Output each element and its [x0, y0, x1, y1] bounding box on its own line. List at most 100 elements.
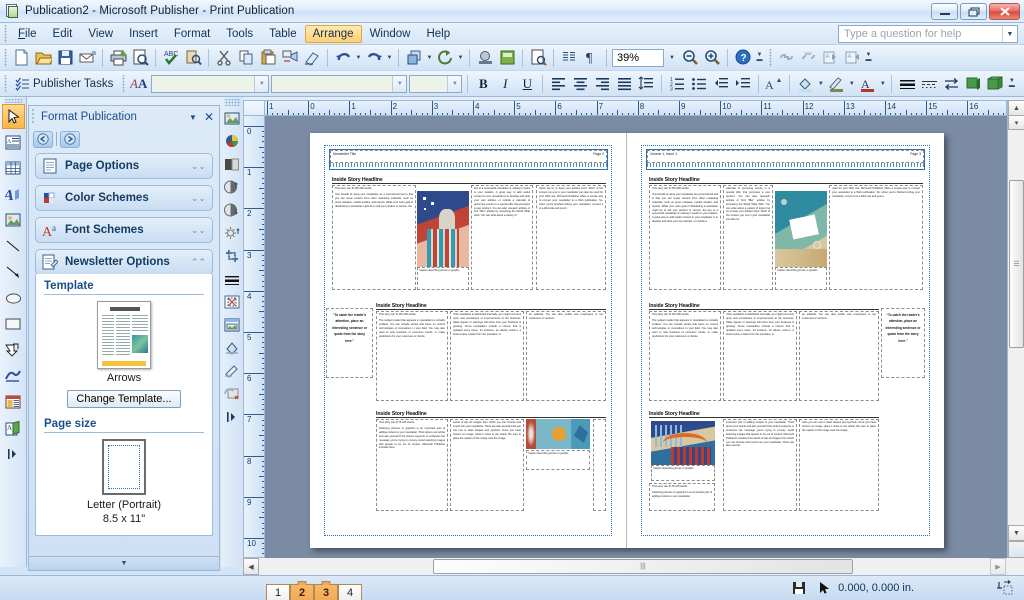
select-objects-icon[interactable]	[1, 103, 25, 129]
story-2[interactable]: Inside Story Headline	[376, 303, 606, 310]
dash-style-icon[interactable]	[918, 73, 940, 95]
close-icon[interactable]: ✕	[201, 110, 217, 124]
chevron-down-icon[interactable]: ▼	[392, 75, 407, 92]
story-1[interactable]: Inside Story Headline	[649, 177, 923, 184]
columns-icon[interactable]	[558, 47, 580, 69]
font-combo[interactable]: ▼	[271, 74, 408, 93]
rotate-icon[interactable]	[434, 47, 456, 69]
link-text-boxes-icon[interactable]	[775, 47, 797, 69]
numbering-icon[interactable]: 123	[666, 73, 688, 95]
break-link-icon[interactable]	[797, 47, 819, 69]
story-2-col-2[interactable]: If the newsletter is distributed interna…	[723, 311, 797, 401]
show-formatting-marks-icon[interactable]: ¶	[580, 47, 602, 69]
help-icon[interactable]: ?	[732, 47, 754, 69]
page-size-thumbnail[interactable]	[102, 439, 146, 495]
vertical-ruler[interactable]: 01234567891011	[243, 116, 265, 558]
toolbar-grip[interactable]	[2, 48, 10, 67]
accordion-newsletter-options[interactable]: Newsletter Options ⌃⌃	[35, 249, 213, 275]
italic-button[interactable]: I	[494, 73, 516, 95]
styles-and-formatting-icon[interactable]: AA	[128, 73, 150, 95]
picture-toolbar-grip[interactable]	[224, 99, 240, 106]
menu-help[interactable]: Help	[418, 25, 458, 43]
page-tab-1[interactable]: 1	[266, 583, 290, 600]
objects-toolbar-grip[interactable]	[4, 99, 22, 103]
object-position-size-icon[interactable]	[992, 580, 1018, 596]
formatting-toolbar-grip[interactable]	[120, 74, 129, 93]
undo-icon[interactable]	[332, 47, 354, 69]
page-tab-3[interactable]: 3	[314, 580, 338, 600]
template-thumbnail[interactable]	[97, 301, 151, 369]
cut-icon[interactable]	[213, 47, 235, 69]
print-icon[interactable]	[107, 47, 129, 69]
scroll-down-icon[interactable]: ▼	[1008, 525, 1024, 541]
horizontal-scrollbar[interactable]: ◀ ||| ▶	[243, 558, 1024, 575]
chevron-double-down-icon[interactable]: ⌄⌄	[191, 193, 206, 204]
story-2-col-3[interactable]: an editorial. You can also profile new e…	[526, 311, 606, 401]
accordion-font-schemes[interactable]: Aa Font Schemes ⌄⌄	[35, 217, 213, 243]
menu-window[interactable]: Window	[362, 25, 419, 43]
resize-corner-icon[interactable]	[1008, 541, 1024, 558]
next-text-box-icon[interactable]: A	[841, 47, 863, 69]
page-tab-2[interactable]: 2	[290, 580, 314, 600]
format-painter-icon[interactable]	[279, 47, 301, 69]
text-box-icon[interactable]: A	[2, 130, 25, 155]
line-spacing-icon[interactable]	[635, 73, 657, 95]
pull-quote-box[interactable]: “To catch the reader's attention, place …	[326, 308, 373, 378]
story-3-image[interactable]	[526, 419, 590, 449]
story-3-image[interactable]	[651, 421, 715, 465]
story-1-image[interactable]	[417, 191, 469, 267]
paste-icon[interactable]	[257, 47, 279, 69]
fill-color-dropdown-icon[interactable]: ▼	[816, 81, 825, 87]
arrow-style-icon[interactable]	[940, 73, 962, 95]
story-3-col-3[interactable]	[593, 419, 606, 511]
insert-table-icon[interactable]	[2, 156, 25, 181]
accordion-page-options[interactable]: Page Options ⌄⌄	[35, 153, 213, 179]
menu-view[interactable]: View	[80, 25, 121, 43]
design-gallery-icon[interactable]	[2, 364, 25, 389]
vertical-scrollbar[interactable]: ▲ ▾ ☰ ▼	[1007, 100, 1024, 558]
story-1-col-3[interactable]: used for your Web site. Microsoft Publis…	[829, 185, 923, 290]
toolbar-overflow-button[interactable]: ▼ ▬	[754, 47, 765, 69]
font-size-combo[interactable]: ▼	[409, 74, 463, 93]
task-pane-scroll-down[interactable]: ▼	[29, 556, 219, 570]
reset-picture-icon[interactable]	[222, 383, 242, 405]
rectangle-icon[interactable]	[2, 312, 25, 337]
undo-dropdown-icon[interactable]: ▼	[354, 55, 363, 61]
close-button[interactable]	[989, 3, 1020, 20]
help-search-box[interactable]: Type a question for help ▼	[838, 25, 1018, 43]
zoom-combo[interactable]: 39%	[612, 48, 664, 67]
menu-arrange[interactable]: Arrange	[304, 24, 362, 43]
line-style-icon[interactable]	[896, 73, 918, 95]
zoom-dropdown-icon[interactable]: ▼	[665, 49, 679, 67]
special-characters-icon[interactable]	[527, 47, 549, 69]
underline-button[interactable]: U	[516, 73, 538, 95]
research-icon[interactable]	[182, 47, 204, 69]
minimize-button[interactable]	[931, 3, 958, 20]
menu-edit[interactable]: Edit	[45, 25, 81, 43]
word-art-icon[interactable]: A	[2, 182, 25, 207]
story-1-image[interactable]	[775, 191, 827, 267]
scroll-page-up-icon[interactable]: ▾	[1008, 116, 1024, 130]
increase-indent-icon[interactable]	[732, 73, 754, 95]
front-dropdown-icon[interactable]: ▼	[425, 55, 434, 61]
maximize-button[interactable]	[960, 3, 987, 20]
shadow-style-icon[interactable]	[962, 73, 984, 95]
align-right-icon[interactable]	[591, 73, 613, 95]
color-icon[interactable]	[222, 130, 242, 152]
story-3-col-1[interactable]: This story can fit 75-125 words. Selectin…	[376, 419, 448, 511]
story-1-col-3[interactable]: topics but try to keep your articles sho…	[536, 185, 606, 290]
line-color-dropdown-icon[interactable]: ▼	[847, 81, 856, 87]
email-icon[interactable]	[76, 47, 98, 69]
insert-picture-icon[interactable]	[222, 107, 242, 129]
story-1-caption[interactable]: Caption describing picture or graphic.	[775, 267, 827, 290]
contrast-more-icon[interactable]	[222, 153, 242, 175]
arrow-icon[interactable]	[2, 260, 25, 285]
align-center-icon[interactable]	[569, 73, 591, 95]
story-1-col-1[interactable]: This story can fit 150-200 words. One ben…	[332, 185, 416, 290]
align-left-icon[interactable]	[547, 73, 569, 95]
chevron-down-icon[interactable]: ▼	[1002, 26, 1017, 42]
story-2-col-1[interactable]: This story can fit 100-150 words. The sub…	[376, 311, 448, 401]
formatting-toolbar-overflow[interactable]: ▼ ▬	[1006, 73, 1017, 95]
document-canvas[interactable]: Newsletter Title Page 2 Inside Story Hea…	[265, 116, 1007, 558]
page-3[interactable]: Volume 1, Issue 1 Page 3 Inside Story He…	[627, 133, 944, 548]
